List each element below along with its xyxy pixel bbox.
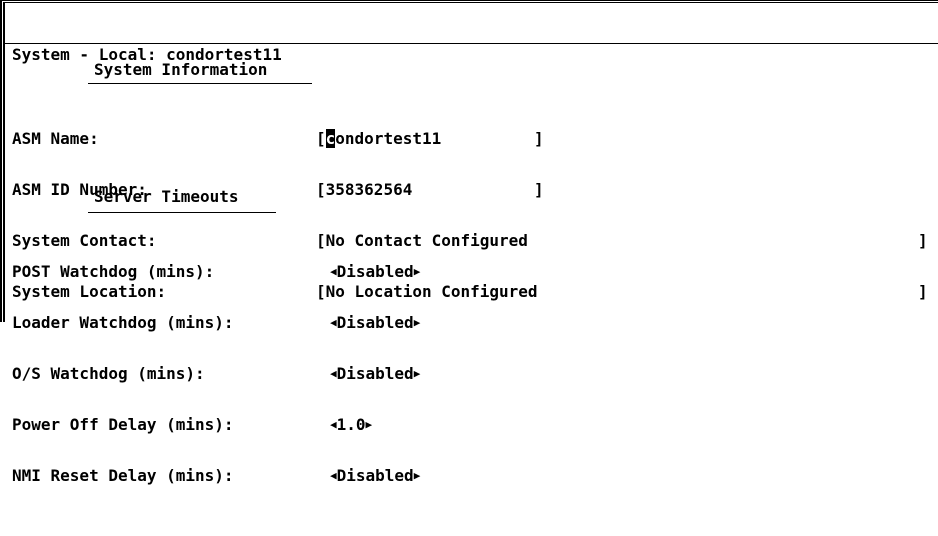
field-row-power-off-delay: Power Off Delay (mins): ◀1.0▶ (12, 416, 372, 433)
asm-name-value: ondortest11 (335, 129, 442, 148)
field-row-post-watchdog: POST Watchdog (mins): ◀Disabled▶ (12, 263, 420, 280)
right-arrow-icon[interactable]: ▶ (366, 416, 373, 433)
nmi-reset-delay-value: Disabled (336, 466, 414, 485)
section-heading-server-timeouts: Server Timeouts (94, 187, 239, 206)
left-arrow-icon[interactable]: ◀ (330, 263, 337, 280)
post-watchdog-selector[interactable]: ◀Disabled▶ (330, 263, 420, 280)
bracket-close: ] (534, 129, 544, 148)
left-arrow-icon[interactable]: ◀ (330, 416, 337, 433)
post-watchdog-label: POST Watchdog (mins): (12, 262, 215, 281)
bracket-open: [ (316, 231, 326, 250)
system-location-value: No Location Configured (325, 282, 538, 301)
system-location-field[interactable]: [No Location Configured (316, 283, 538, 300)
os-watchdog-label: O/S Watchdog (mins): (12, 364, 205, 383)
server-timeouts-fields: POST Watchdog (mins): ◀Disabled▶ Loader … (12, 229, 420, 501)
bracket-close: ] (918, 231, 928, 250)
bracket-open: [ (316, 180, 326, 199)
post-watchdog-value: Disabled (336, 262, 414, 281)
asm-name-field[interactable]: [condortest11 (316, 129, 442, 148)
loader-watchdog-selector[interactable]: ◀Disabled▶ (330, 314, 420, 331)
bracket-close: ] (918, 282, 928, 301)
loader-watchdog-label: Loader Watchdog (mins): (12, 313, 234, 332)
asm-id-number-field[interactable]: [358362564 (316, 181, 412, 198)
bracket-open: [ (316, 282, 326, 301)
section-underline-server-timeouts (88, 212, 276, 213)
right-arrow-icon[interactable]: ▶ (414, 467, 421, 484)
right-arrow-icon[interactable]: ▶ (414, 365, 421, 382)
section-underline-system-information (88, 83, 312, 84)
field-row-asm-name: ASM Name: [condortest11 ] (12, 129, 544, 148)
power-off-delay-selector[interactable]: ◀1.0▶ (330, 416, 372, 433)
field-row-nmi-reset-delay: NMI Reset Delay (mins): ◀Disabled▶ (12, 467, 420, 484)
section-heading-system-information: System Information (94, 60, 268, 79)
nmi-reset-delay-selector[interactable]: ◀Disabled▶ (330, 467, 420, 484)
field-row-os-watchdog: O/S Watchdog (mins): ◀Disabled▶ (12, 365, 420, 382)
bracket-close: ] (534, 180, 544, 199)
system-contact-field[interactable]: [No Contact Configured (316, 232, 528, 249)
os-watchdog-selector[interactable]: ◀Disabled▶ (330, 365, 420, 382)
power-off-delay-value: 1.0 (336, 415, 366, 434)
system-contact-value: No Contact Configured (325, 231, 528, 250)
left-arrow-icon[interactable]: ◀ (330, 467, 337, 484)
loader-watchdog-value: Disabled (336, 313, 414, 332)
title-divider (5, 43, 938, 44)
nmi-reset-delay-label: NMI Reset Delay (mins): (12, 466, 234, 485)
power-off-delay-label: Power Off Delay (mins): (12, 415, 234, 434)
left-arrow-icon[interactable]: ◀ (330, 314, 337, 331)
bracket-open: [ (316, 129, 326, 148)
asm-name-label: ASM Name: (12, 129, 99, 148)
right-arrow-icon[interactable]: ▶ (414, 314, 421, 331)
asm-id-number-value: 358362564 (325, 180, 413, 199)
os-watchdog-value: Disabled (336, 364, 414, 383)
field-row-loader-watchdog: Loader Watchdog (mins): ◀Disabled▶ (12, 314, 420, 331)
left-arrow-icon[interactable]: ◀ (330, 365, 337, 382)
text-cursor: c (325, 129, 336, 148)
right-arrow-icon[interactable]: ▶ (414, 263, 421, 280)
field-row-asm-id-number: ASM ID Number: [358362564 ] (12, 181, 544, 198)
